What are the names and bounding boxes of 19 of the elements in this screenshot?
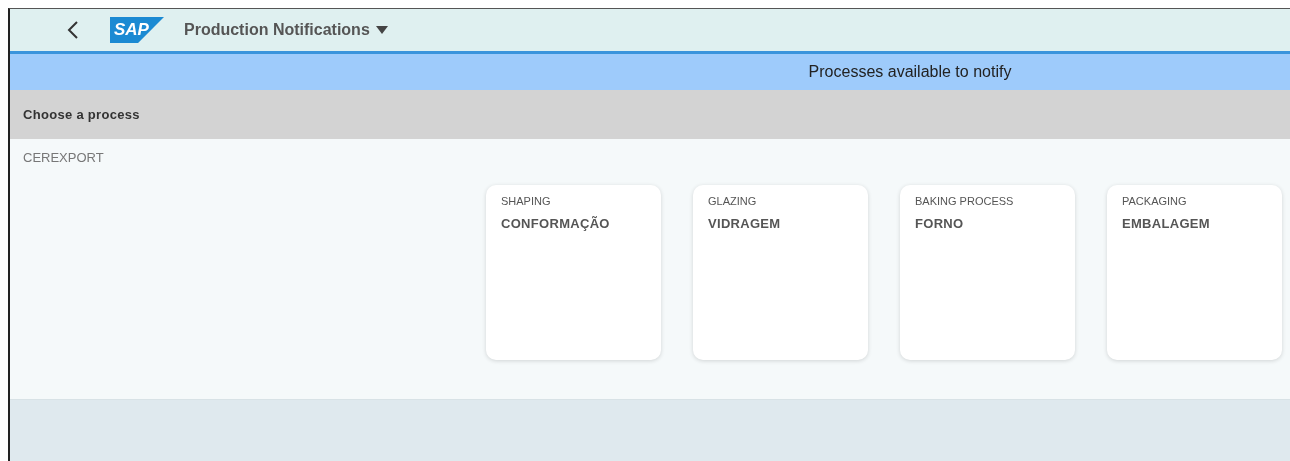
process-tile[interactable]: PACKAGING EMBALAGEM xyxy=(1107,185,1282,360)
app-title-menu[interactable]: Production Notifications xyxy=(184,21,388,39)
caret-icon xyxy=(375,26,388,34)
group-label: CEREXPORT xyxy=(23,150,104,165)
tile-title: VIDRAGEM xyxy=(708,216,782,231)
process-tile[interactable]: SHAPING CONFORMAÇÃO xyxy=(486,185,661,360)
tile-subtitle: SHAPING xyxy=(501,195,552,207)
tile-subtitle: BAKING PROCESS xyxy=(915,195,1015,207)
sap-logo: SAP xyxy=(110,17,164,43)
process-tile[interactable]: BAKING PROCESS FORNO xyxy=(900,185,1075,360)
process-tile[interactable]: GLAZING VIDRAGEM xyxy=(693,185,868,360)
tile-title: FORNO xyxy=(915,216,965,231)
tile-title: EMBALAGEM xyxy=(1122,216,1211,231)
back-icon xyxy=(66,20,80,40)
banner-text: Processes available to notify xyxy=(808,63,1012,81)
tile-title: CONFORMAÇÃO xyxy=(501,216,611,231)
tile-subtitle: GLAZING xyxy=(708,195,758,207)
tile-subtitle: PACKAGING xyxy=(1122,195,1188,207)
section-title: Choose a process xyxy=(23,107,140,122)
